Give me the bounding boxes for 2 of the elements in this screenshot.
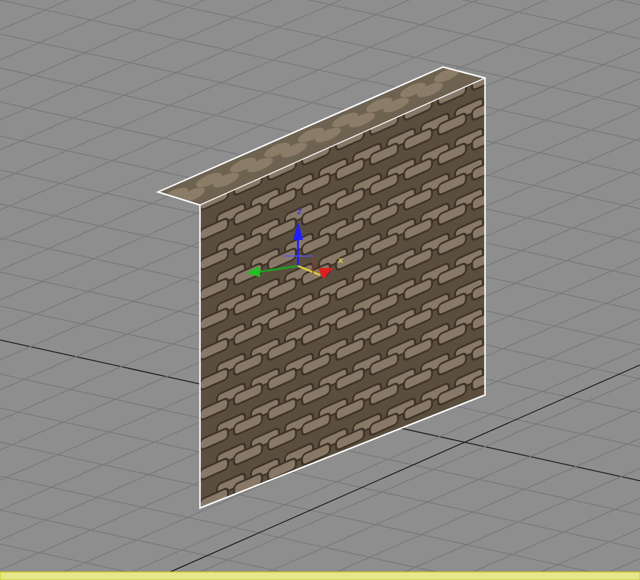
axis-label: x [338, 256, 344, 266]
axis-label: z [297, 207, 302, 217]
